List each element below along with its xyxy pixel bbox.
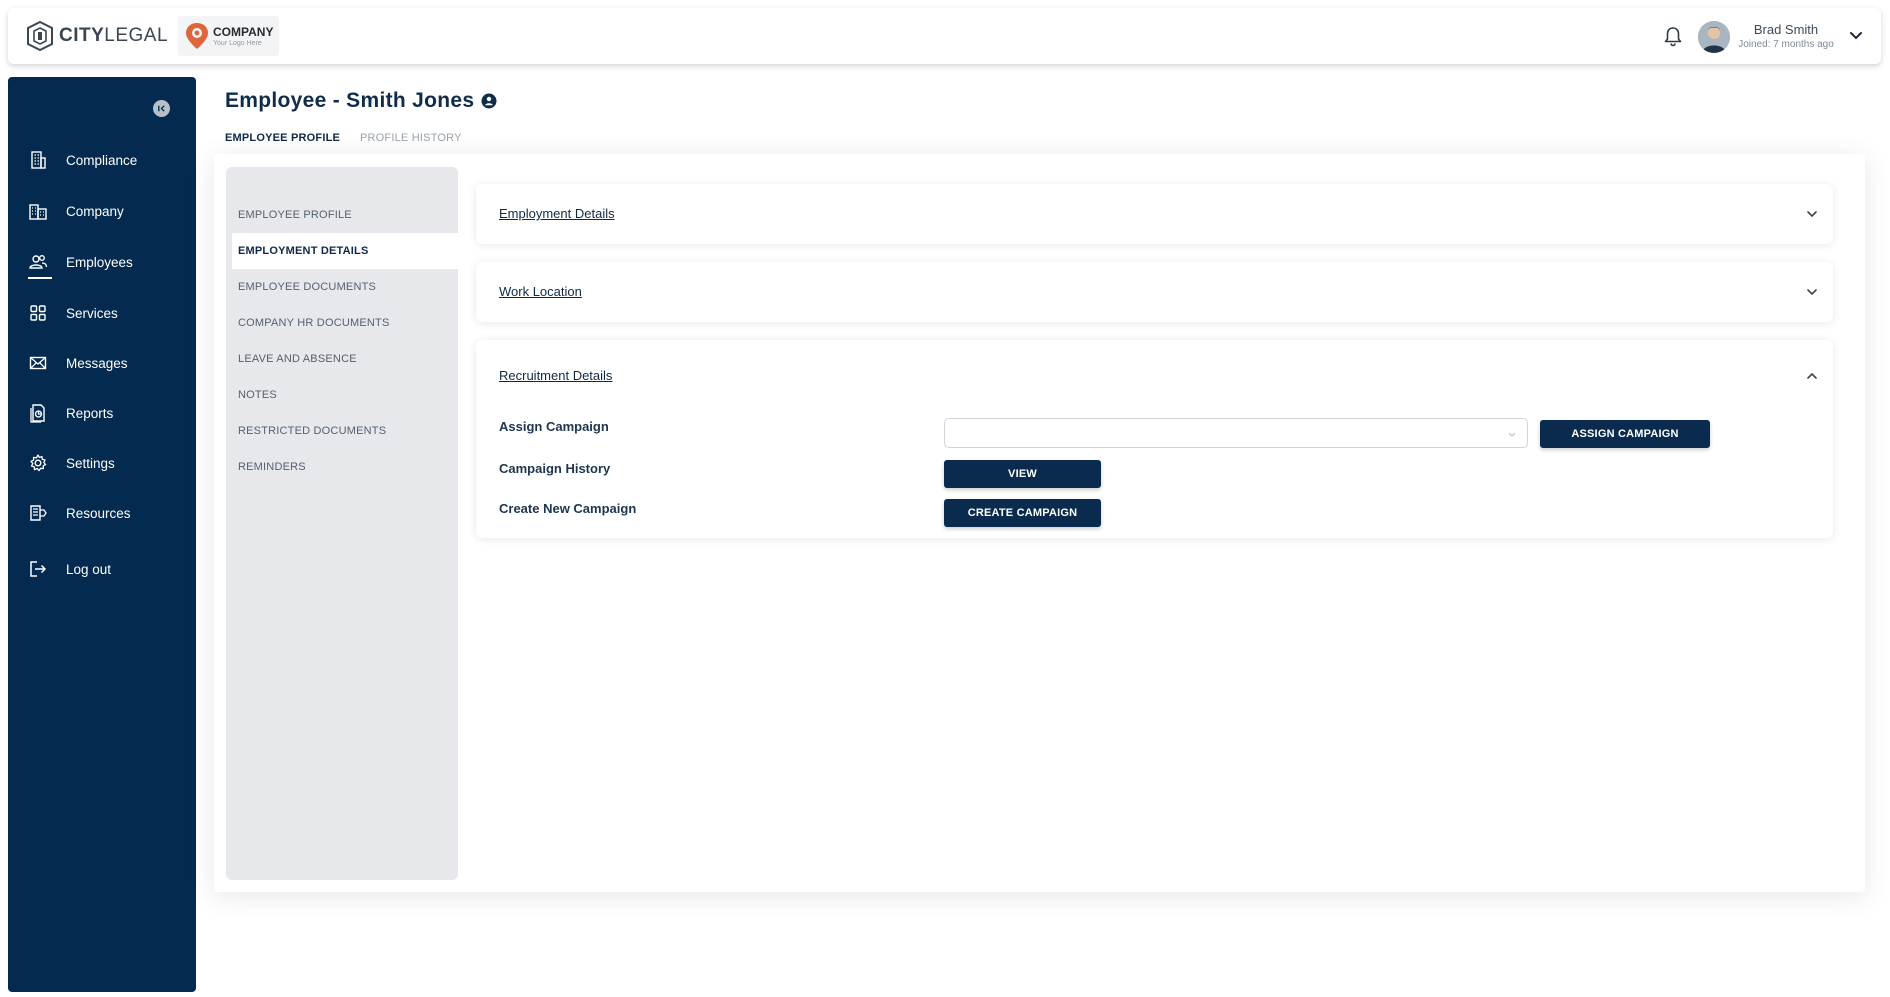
chevron-up-icon[interactable]: [1805, 369, 1819, 383]
chevron-down-icon: [1508, 432, 1516, 437]
subnav-item-company-hr-documents[interactable]: COMPANY HR DOCUMENTS: [238, 305, 458, 341]
sidebar-item-label: Company: [66, 203, 124, 219]
sidebar-item-label: Services: [66, 305, 118, 321]
report-icon: [30, 404, 45, 423]
sidebar-item-logout[interactable]: Log out: [28, 554, 111, 584]
sidebar-item-company[interactable]: Company: [28, 196, 124, 226]
view-campaign-history-button[interactable]: VIEW: [944, 460, 1101, 488]
create-new-campaign-label: Create New Campaign: [499, 501, 637, 516]
sidebar-item-label: Messages: [66, 355, 128, 371]
grid-icon: [30, 305, 46, 321]
employment-details-title[interactable]: Employment Details: [499, 206, 615, 221]
sidebar-item-label: Reports: [66, 405, 114, 421]
collapse-sidebar-button[interactable]: [153, 100, 170, 117]
users-icon: [29, 255, 48, 269]
resources-icon: [30, 505, 47, 521]
subnav-item-leave-and-absence[interactable]: LEAVE AND ABSENCE: [238, 341, 458, 377]
company-logo-sub: Your Logo Here: [213, 39, 262, 47]
citylegal-logo[interactable]: CITYLEGAL: [25, 16, 168, 56]
brand-name: CITYLEGAL: [59, 25, 169, 46]
recruitment-details-panel: Recruitment Details Assign Campaign ASSI…: [476, 340, 1833, 538]
subnav-item-restricted-documents[interactable]: RESTRICTED DOCUMENTS: [238, 413, 458, 449]
sidebar-item-compliance[interactable]: Compliance: [28, 145, 137, 175]
assign-campaign-label: Assign Campaign: [499, 419, 609, 434]
sidebar: Compliance Company Employees Services Me…: [8, 77, 196, 992]
gear-icon: [30, 454, 47, 472]
map-pin-icon: [186, 23, 208, 49]
avatar[interactable]: [1698, 21, 1730, 53]
work-location-title[interactable]: Work Location: [499, 284, 582, 299]
sidebar-item-settings[interactable]: Settings: [28, 448, 115, 478]
sidebar-item-label: Compliance: [66, 152, 138, 168]
tab-profile-history[interactable]: PROFILE HISTORY: [350, 122, 472, 154]
company-logo: COMPANY Your Logo Here: [178, 16, 280, 56]
profile-subnav: EMPLOYEE PROFILE EMPLOYMENT DETAILS EMPL…: [226, 167, 458, 880]
sidebar-item-label: Log out: [66, 561, 112, 577]
subnav-item-employee-documents[interactable]: EMPLOYEE DOCUMENTS: [238, 269, 458, 305]
sidebar-item-services[interactable]: Services: [28, 298, 118, 328]
bell-icon[interactable]: [1662, 25, 1684, 47]
chevron-down-icon[interactable]: [1848, 28, 1864, 44]
sidebar-item-label: Resources: [66, 505, 131, 521]
user-joined-text: Joined: 7 months ago: [1738, 39, 1834, 50]
campaign-history-label: Campaign History: [499, 461, 611, 476]
create-campaign-button[interactable]: CREATE CAMPAIGN: [944, 499, 1101, 527]
employment-details-panel[interactable]: Employment Details: [476, 184, 1833, 244]
user-avatar-icon: [1698, 21, 1730, 53]
subnav-item-employee-profile[interactable]: EMPLOYEE PROFILE: [238, 197, 458, 233]
chevron-down-icon[interactable]: [1805, 207, 1819, 221]
assign-campaign-select[interactable]: [944, 418, 1528, 448]
sidebar-item-label: Employees: [66, 254, 133, 270]
company-icon: [29, 204, 47, 220]
company-logo-name: COMPANY: [213, 24, 274, 39]
sidebar-item-messages[interactable]: Messages: [28, 348, 128, 378]
top-bar: CITYLEGAL COMPANY Your Logo Here Brad Sm…: [8, 8, 1881, 64]
page-title: Employee - Smith Jones: [225, 89, 497, 113]
envelope-icon: [29, 356, 47, 370]
recruitment-details-title[interactable]: Recruitment Details: [499, 368, 612, 383]
building-icon: [31, 151, 46, 169]
chevron-down-icon[interactable]: [1805, 285, 1819, 299]
work-location-panel[interactable]: Work Location: [476, 262, 1833, 322]
collapse-icon: [158, 105, 165, 112]
assign-campaign-button[interactable]: ASSIGN CAMPAIGN: [1540, 420, 1710, 448]
citylegal-logo-icon: [27, 20, 53, 52]
logout-icon: [30, 561, 47, 577]
sidebar-item-reports[interactable]: Reports: [28, 398, 113, 428]
subnav-item-employment-details[interactable]: EMPLOYMENT DETAILS: [232, 233, 458, 269]
user-name[interactable]: Brad Smith: [1736, 22, 1836, 37]
page-title-text: Employee - Smith Jones: [225, 89, 475, 112]
person-info-icon[interactable]: [481, 93, 497, 109]
subnav-item-notes[interactable]: NOTES: [238, 377, 458, 413]
sidebar-item-employees[interactable]: Employees: [28, 247, 133, 279]
sidebar-item-resources[interactable]: Resources: [28, 498, 131, 528]
tab-employee-profile[interactable]: EMPLOYEE PROFILE: [215, 122, 351, 154]
subnav-item-reminders[interactable]: REMINDERS: [238, 449, 458, 485]
sidebar-item-label: Settings: [66, 455, 115, 471]
